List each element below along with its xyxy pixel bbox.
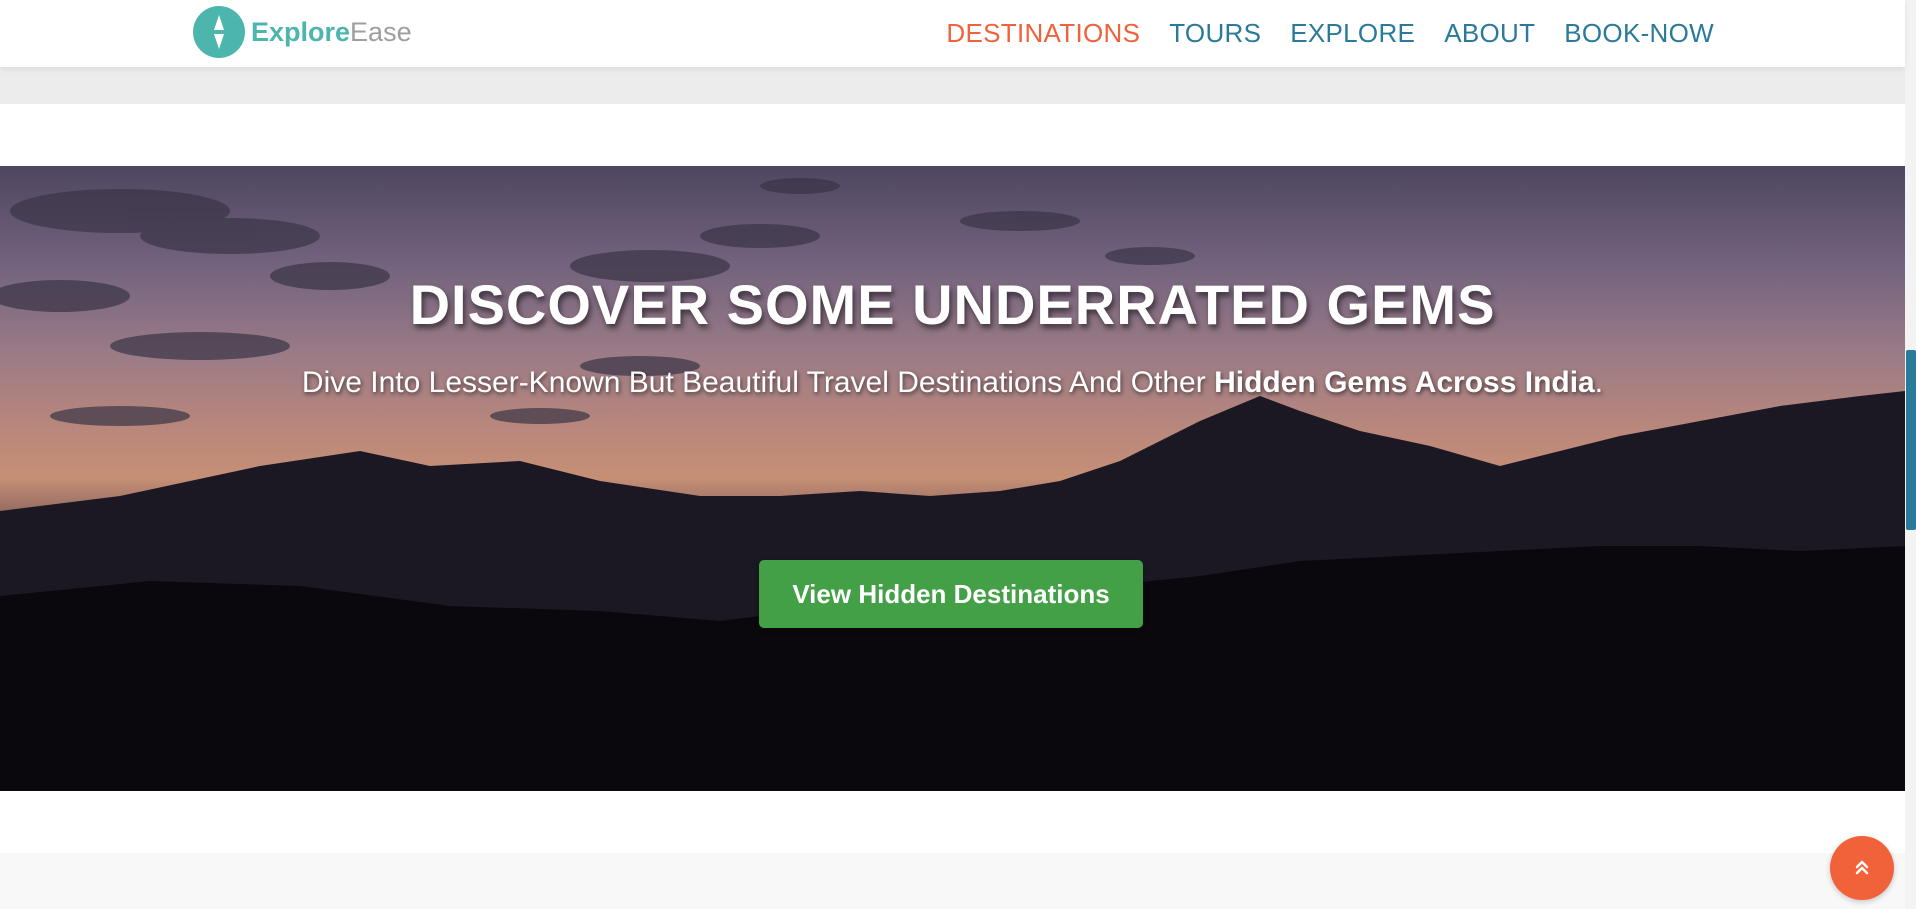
compass-icon <box>193 6 245 58</box>
nav-item-book-now[interactable]: BOOK-NOW <box>1564 15 1714 51</box>
hero-subtitle-highlight: Hidden Gems Across India <box>1214 366 1595 399</box>
brand-name-part2: Ease <box>350 17 412 47</box>
nav-item-tours[interactable]: TOURS <box>1169 15 1261 51</box>
hero-subtitle-text: Dive Into Lesser-Known But Beautiful Tra… <box>301 366 1215 399</box>
hero-subtitle-end: . <box>1594 366 1604 399</box>
hero-banner: DISCOVER SOME UNDERRATED GEMS Dive Into … <box>0 166 1905 791</box>
mountain-sunset-image <box>0 178 1905 791</box>
nav-item-destinations[interactable]: DESTINATIONS <box>946 15 1140 51</box>
view-hidden-destinations-button[interactable]: View Hidden Destinations <box>759 560 1143 628</box>
nav-item-explore[interactable]: EXPLORE <box>1290 15 1415 51</box>
double-chevron-up-icon <box>1851 856 1873 881</box>
hero-subtitle: Dive Into Lesser-Known But Beautiful Tra… <box>0 366 1905 400</box>
navbar: ExploreEase DESTINATIONS TOURS EXPLORE A… <box>0 0 1905 67</box>
brand-name-part1: Explore <box>251 17 351 47</box>
brand-name: ExploreEase <box>251 6 412 58</box>
nav-item-about[interactable]: ABOUT <box>1444 15 1535 51</box>
scrollbar-thumb[interactable] <box>1906 350 1916 530</box>
brand-logo-link[interactable]: ExploreEase <box>193 6 412 58</box>
section-divider <box>0 67 1905 104</box>
next-section <box>0 853 1916 909</box>
back-to-top-button[interactable] <box>1830 836 1894 900</box>
hero-title: DISCOVER SOME UNDERRATED GEMS <box>409 273 1496 336</box>
section-spacer <box>0 104 1905 166</box>
nav-menu: DESTINATIONS TOURS EXPLORE ABOUT BOOK-NO… <box>946 15 1714 51</box>
